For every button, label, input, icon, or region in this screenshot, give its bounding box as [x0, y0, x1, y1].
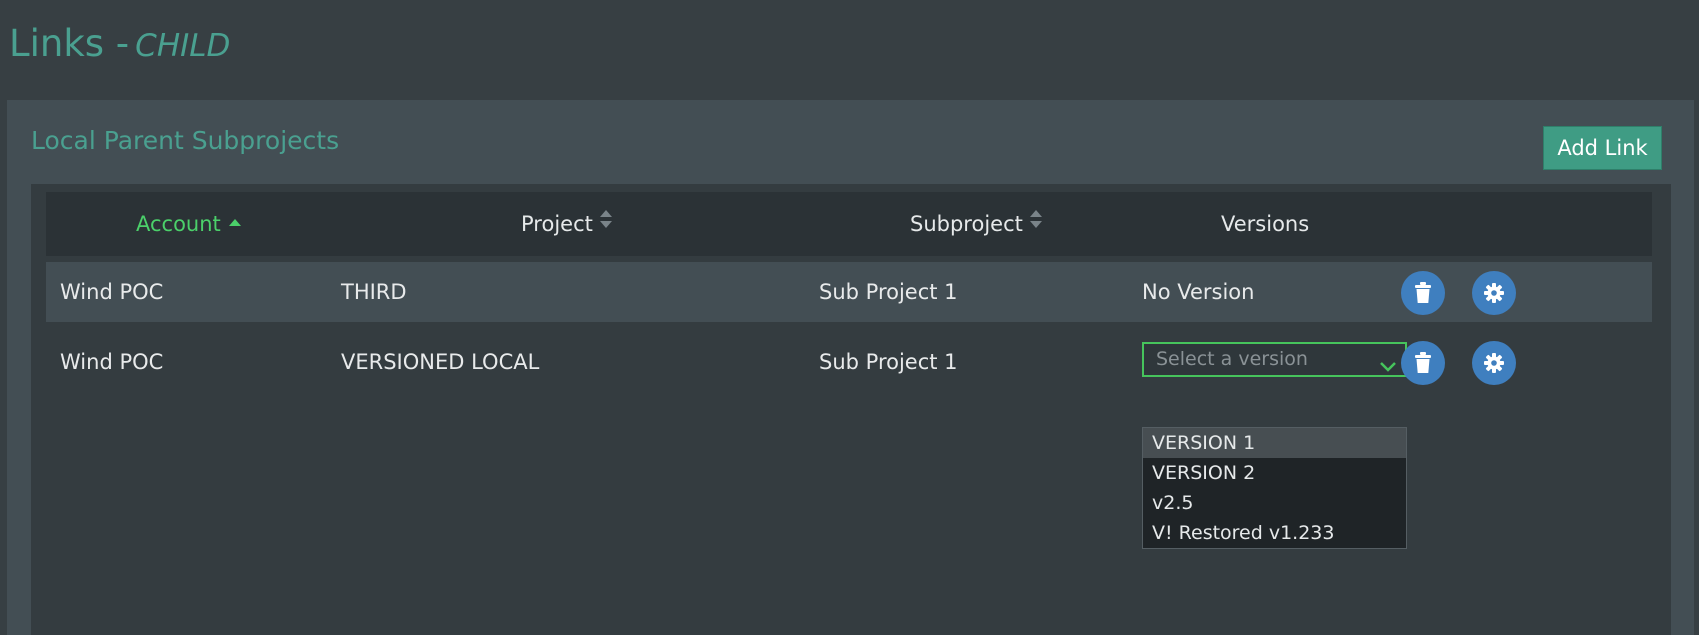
column-header-account[interactable]: Account [136, 192, 243, 256]
cell-subproject: Sub Project 1 [819, 350, 958, 374]
trash-icon [1415, 282, 1431, 303]
page-title-label: Links - [9, 22, 130, 65]
version-select-placeholder: Select a version [1156, 348, 1308, 370]
sort-icon [599, 190, 613, 254]
column-header-label: Account [136, 212, 221, 236]
cell-account: Wind POC [60, 350, 164, 374]
settings-button[interactable] [1472, 341, 1516, 385]
version-option[interactable]: VERSION 1 [1143, 428, 1406, 458]
version-option[interactable]: v2.5 [1143, 488, 1406, 518]
chevron-down-icon [1379, 352, 1397, 383]
version-select[interactable]: Select a version [1142, 342, 1407, 377]
delete-button[interactable] [1401, 271, 1445, 315]
panel-title: Local Parent Subprojects [31, 126, 340, 155]
trash-icon [1415, 352, 1431, 373]
version-dropdown-menu: VERSION 1 VERSION 2 v2.5 V! Restored v1.… [1142, 427, 1407, 549]
version-option[interactable]: VERSION 2 [1143, 458, 1406, 488]
gear-icon [1484, 353, 1504, 373]
table-header: Account Project Subproject Versions [46, 192, 1652, 256]
table-row: Wind POC THIRD Sub Project 1 No Version [46, 262, 1652, 322]
settings-button[interactable] [1472, 271, 1516, 315]
page-title-subtitle: CHILD [135, 28, 231, 64]
column-header-project[interactable]: Project [521, 192, 613, 256]
delete-button[interactable] [1401, 341, 1445, 385]
table-row: Wind POC VERSIONED LOCAL Sub Project 1 S… [46, 332, 1652, 392]
cell-project: VERSIONED LOCAL [341, 350, 540, 374]
add-link-button[interactable]: Add Link [1543, 126, 1662, 170]
sort-ascending-icon [227, 190, 243, 254]
cell-subproject: Sub Project 1 [819, 280, 958, 304]
column-header-subproject[interactable]: Subproject [910, 192, 1043, 256]
column-header-label: Subproject [910, 212, 1023, 236]
local-parent-subprojects-panel: Local Parent Subprojects Add Link Accoun… [7, 100, 1694, 635]
links-table: Account Project Subproject Versions Wind… [31, 184, 1671, 635]
column-header-versions: Versions [1221, 192, 1309, 256]
column-header-label: Versions [1221, 212, 1310, 236]
cell-version: No Version [1142, 280, 1255, 304]
cell-project: THIRD [341, 280, 407, 304]
version-option[interactable]: V! Restored v1.233 [1143, 518, 1406, 548]
column-header-label: Project [521, 212, 593, 236]
cell-account: Wind POC [60, 280, 164, 304]
gear-icon [1484, 283, 1504, 303]
page-title: Links - CHILD [9, 22, 230, 65]
sort-icon [1029, 190, 1043, 254]
